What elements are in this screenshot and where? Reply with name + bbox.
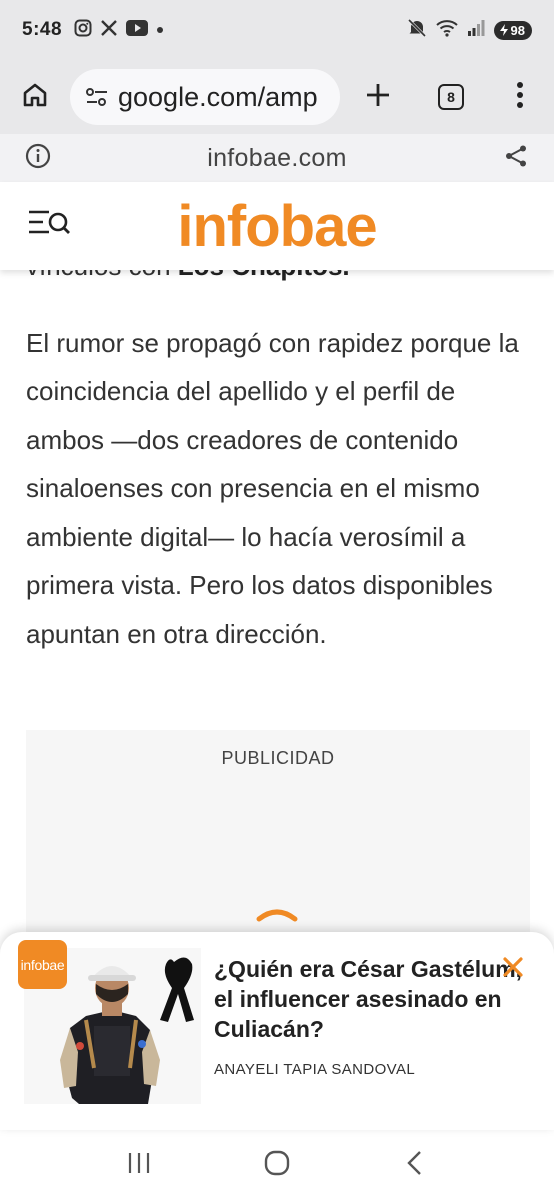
amp-site-strip: infobae.com — [0, 134, 554, 182]
infobae-badge: infobae — [18, 940, 67, 989]
status-left-icons — [74, 19, 164, 42]
battery-level: 98 — [510, 22, 525, 38]
battery-icon: 98 — [493, 20, 532, 40]
menu-search-icon — [27, 208, 71, 245]
recents-icon — [126, 1151, 152, 1180]
url-text[interactable]: google.com/amp — [118, 82, 333, 113]
home-icon — [21, 81, 49, 114]
mute-icon — [407, 18, 427, 43]
home-button[interactable] — [0, 60, 70, 134]
more-vert-icon — [516, 81, 524, 114]
info-icon — [25, 143, 51, 174]
youtube-icon — [126, 19, 149, 41]
new-tab-button[interactable] — [340, 60, 416, 134]
site-header: infobae — [0, 182, 554, 270]
plus-icon — [365, 82, 391, 113]
share-icon — [504, 144, 528, 173]
site-domain[interactable]: infobae.com — [76, 144, 478, 173]
signal-icon — [467, 19, 485, 42]
recommendation-card[interactable]: infobae ¿Quién era César Gastélum, el in… — [0, 932, 554, 1130]
page-info-button[interactable] — [0, 143, 76, 174]
tab-count: 8 — [438, 84, 464, 110]
recents-button[interactable] — [109, 1135, 169, 1195]
browser-toolbar: google.com/amp 8 — [0, 60, 554, 134]
back-icon — [405, 1150, 425, 1181]
home-circle-icon — [263, 1149, 291, 1182]
tab-switcher-button[interactable]: 8 — [416, 60, 486, 134]
recommendation-author: ANAYELI TAPIA SANDOVAL — [214, 1061, 416, 1078]
url-bar[interactable]: google.com/amp — [70, 69, 340, 125]
site-menu-search-button[interactable] — [0, 182, 98, 270]
instagram-icon — [74, 19, 92, 42]
recommendation-title[interactable]: ¿Quién era César Gastélum, el influencer… — [214, 954, 534, 1044]
close-icon[interactable] — [496, 950, 530, 984]
dot-icon — [156, 21, 164, 39]
system-nav-bar — [0, 1130, 554, 1200]
article-paragraph-2: El rumor se propagó con rapidez porque l… — [26, 327, 519, 649]
browser-menu-button[interactable] — [486, 60, 554, 134]
status-time: 5:48 — [22, 19, 63, 40]
back-button[interactable] — [385, 1135, 445, 1195]
chevron-up-icon[interactable] — [255, 902, 299, 924]
share-button[interactable] — [478, 144, 554, 173]
status-right-icons: 98 — [407, 18, 532, 43]
wifi-icon — [435, 19, 458, 42]
site-settings-icon[interactable] — [82, 87, 112, 107]
x-icon — [100, 19, 118, 42]
home-nav-button[interactable] — [247, 1135, 307, 1195]
status-bar: 5:48 98 — [0, 0, 554, 60]
ad-label: PUBLICIDAD — [221, 748, 335, 768]
